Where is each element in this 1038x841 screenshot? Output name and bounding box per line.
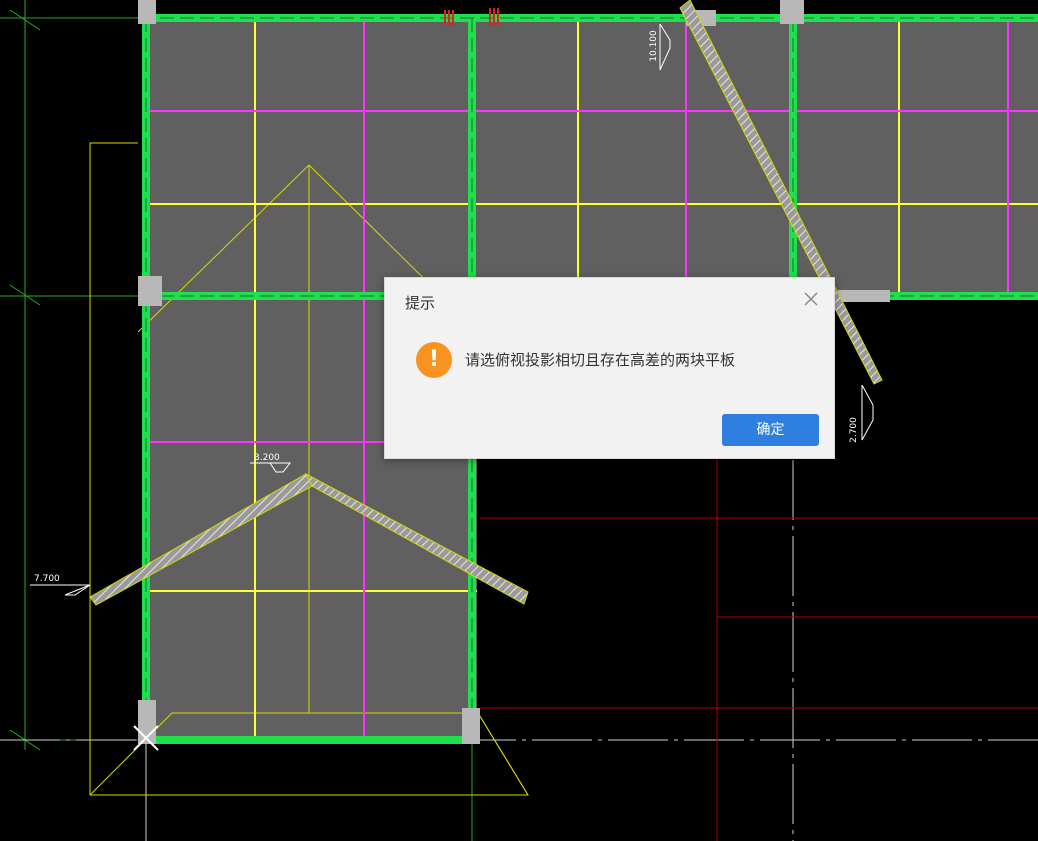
elevation-label-3: 10.100: [649, 30, 659, 62]
dialog-title: 提示: [405, 294, 436, 312]
ok-button[interactable]: 确定: [722, 414, 819, 446]
warning-icon: !: [416, 342, 452, 378]
elevation-label-2: 3.200: [254, 453, 280, 463]
elevation-label-4: 2.700: [849, 417, 859, 443]
close-icon[interactable]: [802, 290, 820, 308]
elevation-label-1: 7.700: [34, 574, 60, 584]
dialog-message: 请选俯视投影相切且存在高差的两块平板: [465, 351, 736, 369]
prompt-dialog: 提示 ! 请选俯视投影相切且存在高差的两块平板 确定: [384, 277, 835, 459]
